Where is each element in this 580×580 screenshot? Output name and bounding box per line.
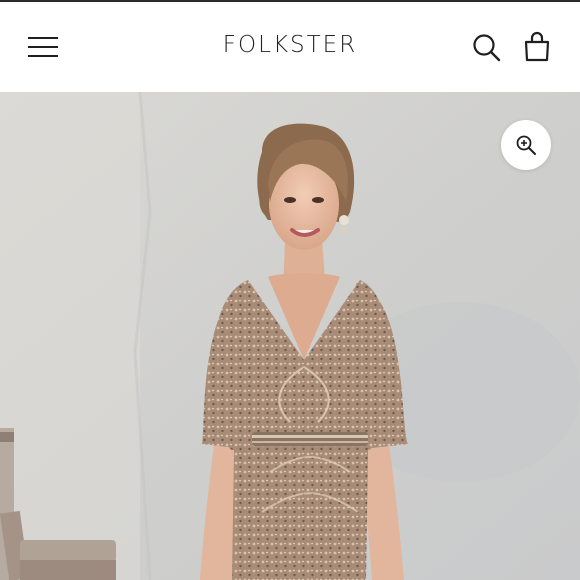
site-header: FOLKSTER bbox=[0, 2, 580, 92]
product-image[interactable] bbox=[0, 92, 580, 580]
zoom-button[interactable] bbox=[501, 120, 551, 170]
shopping-bag-icon bbox=[524, 31, 550, 62]
brand-logo[interactable]: FOLKSTER bbox=[190, 32, 390, 58]
model-photo bbox=[0, 92, 580, 580]
search-icon bbox=[473, 34, 501, 62]
hamburger-menu-icon-line bbox=[28, 46, 58, 48]
hamburger-menu-icon-line bbox=[28, 55, 58, 57]
cart-button[interactable] bbox=[520, 30, 554, 64]
zoom-in-icon bbox=[516, 135, 536, 155]
menu-button[interactable] bbox=[26, 35, 60, 59]
hamburger-menu-icon bbox=[28, 37, 58, 39]
search-button[interactable] bbox=[469, 30, 503, 64]
